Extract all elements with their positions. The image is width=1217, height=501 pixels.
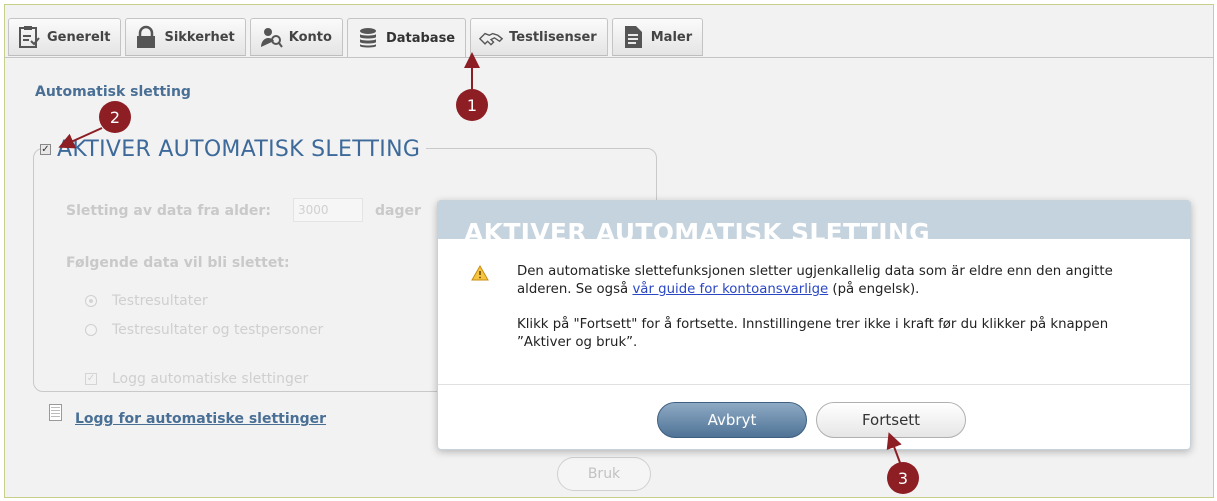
annotation-marker-3: 3: [887, 462, 919, 494]
annotation-arrows: [58, 52, 903, 469]
arrow-2: [58, 127, 103, 149]
annotation-marker-2: 2: [99, 101, 131, 133]
annotation-marker-1: 1: [456, 89, 488, 121]
